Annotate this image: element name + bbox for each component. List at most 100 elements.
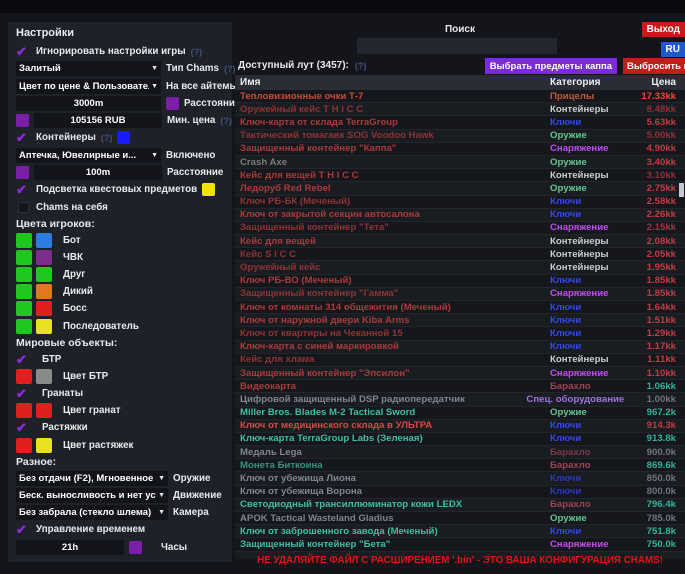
containers-distance-color-swatch[interactable] bbox=[16, 166, 29, 179]
table-row[interactable]: Ледоруб Red RebelОружие2.75kk bbox=[235, 182, 685, 195]
checkbox-checked-icon[interactable] bbox=[16, 420, 31, 435]
distance-input[interactable]: 3000m bbox=[16, 96, 161, 111]
table-row[interactable]: Кейс для хламаКонтейнеры1.11kk bbox=[235, 354, 685, 367]
help-hint[interactable]: (?) bbox=[191, 47, 203, 57]
hours-color-swatch[interactable] bbox=[129, 541, 142, 554]
column-category[interactable]: Категория bbox=[550, 77, 620, 88]
hours-input[interactable]: 21h bbox=[16, 540, 124, 555]
item-category: Ключи bbox=[550, 433, 620, 444]
player-color-swatch-primary[interactable] bbox=[16, 267, 32, 282]
player-color-swatch-primary[interactable] bbox=[16, 284, 32, 299]
table-row[interactable]: Защищенный контейнер "Эпсилон"Снаряжение… bbox=[235, 367, 685, 380]
help-hint[interactable]: (?) bbox=[101, 133, 113, 143]
language-button[interactable]: RU bbox=[661, 42, 685, 57]
table-row[interactable]: Защищенный контейнер "Тета"Снаряжение2.1… bbox=[235, 222, 685, 235]
table-row[interactable]: Защищенный контейнер "Каппа"Снаряжение4.… bbox=[235, 143, 685, 156]
table-row[interactable]: Тепловизионные очки Т-7Прицелы17.33kk bbox=[235, 90, 685, 103]
table-row[interactable]: Ключ РБ-ВО (Меченый)Ключи1.85kk bbox=[235, 275, 685, 288]
misc-select-value: Без забрала (стекло шлема) bbox=[19, 507, 151, 518]
scrollbar-thumb[interactable] bbox=[679, 183, 684, 197]
table-row[interactable]: Оружейный кейсКонтейнеры1.95kk bbox=[235, 261, 685, 274]
checkbox-checked-icon[interactable] bbox=[16, 44, 31, 59]
table-row[interactable]: Тактический томагавк SOG Voodoo HawkОруж… bbox=[235, 130, 685, 143]
player-color-swatch-primary[interactable] bbox=[16, 233, 32, 248]
world-color-swatch-primary[interactable] bbox=[16, 403, 32, 418]
world-color-swatch-secondary[interactable] bbox=[36, 369, 52, 384]
table-row[interactable]: Ключ от квартиры на Чеканной 15Ключи1.29… bbox=[235, 327, 685, 340]
checkbox-checked-icon[interactable] bbox=[16, 182, 31, 197]
table-row[interactable]: Цифровой защищенный DSP радиопередатчикС… bbox=[235, 393, 685, 406]
table-row[interactable]: Ключ от закрытой секции автосалонаКлючи2… bbox=[235, 209, 685, 222]
item-price: 1.00kk bbox=[624, 394, 685, 405]
item-color-mode-select[interactable]: Цвет по цене & Пользователь ▼ bbox=[16, 79, 161, 94]
containers-color-swatch[interactable] bbox=[117, 131, 130, 144]
help-hint[interactable]: (?) bbox=[220, 116, 232, 126]
quest-highlight-color-swatch[interactable] bbox=[202, 183, 215, 196]
min-price-color-swatch[interactable] bbox=[16, 114, 29, 127]
table-row[interactable]: Crash AxeОружие3.40kk bbox=[235, 156, 685, 169]
world-color-swatch-primary[interactable] bbox=[16, 369, 32, 384]
select-kappa-items-button[interactable]: Выбрать предметы каппа bbox=[485, 58, 617, 74]
table-row[interactable]: APOK Tactical Wasteland GladiusОружие785… bbox=[235, 512, 685, 525]
table-row[interactable]: Кейс S I C CКонтейнеры2.05kk bbox=[235, 248, 685, 261]
checkbox-checked-icon[interactable] bbox=[16, 522, 31, 537]
chams-type-select[interactable]: Залитый ▼ bbox=[16, 61, 161, 76]
table-row[interactable]: Монета БиткоинаБарахло869.6k bbox=[235, 459, 685, 472]
checkbox-checked-icon[interactable] bbox=[16, 352, 31, 367]
chevron-down-icon: ▼ bbox=[151, 83, 158, 90]
misc-select[interactable]: Без забрала (стекло шлема)▼ bbox=[16, 505, 168, 520]
containers-distance-input[interactable]: 100m bbox=[34, 165, 162, 180]
player-color-swatch-secondary[interactable] bbox=[36, 319, 52, 334]
table-row[interactable]: Ключ от наружной двери Kiba ArmsКлючи1.5… bbox=[235, 314, 685, 327]
table-row[interactable]: Ключ от комнаты 314 общежития (Меченый)К… bbox=[235, 301, 685, 314]
table-row[interactable]: Ключ-карта от склада TerraGroupКлючи5.63… bbox=[235, 116, 685, 129]
containers-filter-select[interactable]: Аптечка, Ювелирные и... ▼ bbox=[16, 148, 161, 163]
item-price: 5.00kk bbox=[620, 130, 685, 141]
search-input[interactable] bbox=[357, 38, 557, 54]
checkbox-unchecked[interactable] bbox=[18, 202, 29, 213]
item-name: Защищенный контейнер "Гамма" bbox=[235, 288, 550, 299]
help-hint[interactable]: (?) bbox=[355, 61, 367, 71]
checkbox-checked-icon[interactable] bbox=[16, 130, 31, 145]
table-row[interactable]: Ключ от заброшенного завода (Меченый)Клю… bbox=[235, 525, 685, 538]
player-color-swatch-primary[interactable] bbox=[16, 301, 32, 316]
player-color-swatch-secondary[interactable] bbox=[36, 284, 52, 299]
table-row[interactable]: Оружейный кейс T H I C CКонтейнеры8.48kk bbox=[235, 103, 685, 116]
table-row[interactable]: Ключ-карта с синей маркировкойКлючи1.17k… bbox=[235, 341, 685, 354]
player-color-swatch-primary[interactable] bbox=[16, 319, 32, 334]
table-row[interactable]: Ключ от убежища ЛионаКлючи850.0k bbox=[235, 472, 685, 485]
drop-all-button[interactable]: Выбросить все bbox=[623, 58, 685, 74]
world-color-swatch-secondary[interactable] bbox=[36, 438, 52, 453]
column-name[interactable]: Имя bbox=[235, 77, 550, 88]
column-price[interactable]: Цена bbox=[620, 77, 685, 88]
table-row[interactable]: Защищенный контейнер "Гамма"Снаряжение1.… bbox=[235, 288, 685, 301]
player-color-swatch-primary[interactable] bbox=[16, 250, 32, 265]
distance-color-swatch[interactable] bbox=[166, 97, 179, 110]
table-row[interactable]: Ключ от убежища ВоронаКлючи800.0k bbox=[235, 486, 685, 499]
table-row[interactable]: Ключ РБ-БК (Меченый)Ключи2.58kk bbox=[235, 196, 685, 209]
item-category: Прицелы bbox=[550, 91, 620, 102]
world-color-swatch-secondary[interactable] bbox=[36, 403, 52, 418]
misc-select[interactable]: Беск. выносливость и нет уста▼ bbox=[16, 488, 168, 503]
item-name: Кейс для вещей T H I C C bbox=[235, 170, 550, 181]
player-color-swatch-secondary[interactable] bbox=[36, 233, 52, 248]
exit-button[interactable]: Выход bbox=[642, 22, 685, 37]
table-row[interactable]: Кейс для вещей T H I C CКонтейнеры3.10kk bbox=[235, 169, 685, 182]
player-color-swatch-secondary[interactable] bbox=[36, 250, 52, 265]
player-color-swatch-secondary[interactable] bbox=[36, 267, 52, 282]
checkbox-checked-icon[interactable] bbox=[16, 386, 31, 401]
table-row[interactable]: Ключ-карта TerraGroup Labs (Зеленая)Ключ… bbox=[235, 433, 685, 446]
table-row[interactable]: Медаль LegaБарахло900.0k bbox=[235, 446, 685, 459]
help-hint[interactable]: (?) bbox=[224, 64, 236, 74]
table-row[interactable]: Ключ от медицинского склада в УЛЬТРАКлюч… bbox=[235, 420, 685, 433]
table-row[interactable]: Защищенный контейнер "Бета"Снаряжение750… bbox=[235, 538, 685, 551]
table-row[interactable]: Miller Bros. Blades M-2 Tactical SwordОр… bbox=[235, 407, 685, 420]
item-name: Кейс для хлама bbox=[235, 354, 550, 365]
table-row[interactable]: Светодиодный трансиллюминатор кожи LEDXБ… bbox=[235, 499, 685, 512]
min-price-input[interactable]: 105156 RUB bbox=[34, 113, 162, 128]
world-color-swatch-primary[interactable] bbox=[16, 438, 32, 453]
misc-select[interactable]: Без отдачи (F2), Мгновенное п▼ bbox=[16, 471, 168, 486]
player-color-swatch-secondary[interactable] bbox=[36, 301, 52, 316]
table-row[interactable]: ВидеокартаБарахло1.06kk bbox=[235, 380, 685, 393]
table-row[interactable]: Кейс для вещейКонтейнеры2.08kk bbox=[235, 235, 685, 248]
